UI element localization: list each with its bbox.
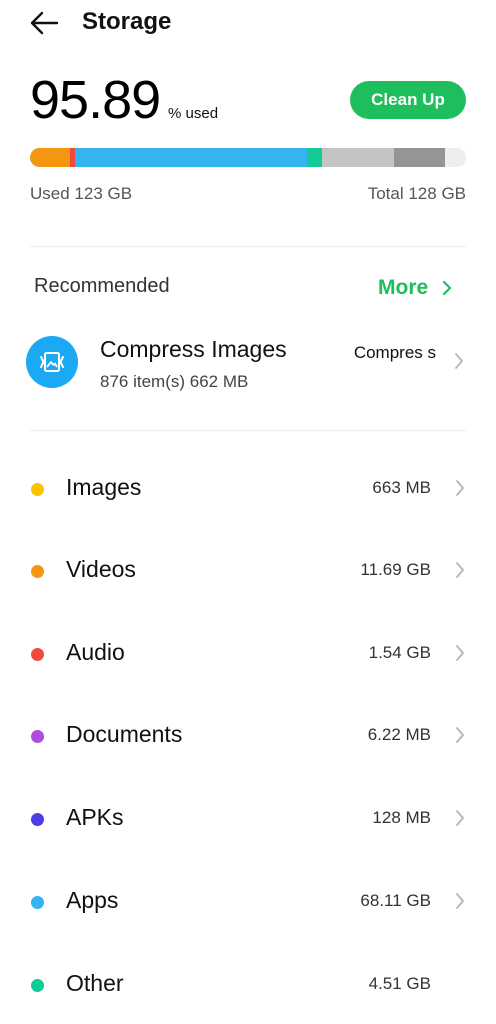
more-label: More (378, 276, 429, 299)
usage-segment-misc (394, 148, 446, 167)
recommendation-compress-images[interactable]: Compress Images 876 item(s) 662 MB Compr… (0, 326, 496, 406)
color-dot (31, 648, 44, 661)
color-dot (31, 483, 44, 496)
recommended-heading: Recommended (34, 275, 170, 297)
color-dot (31, 730, 44, 743)
usage-unit: % used (168, 105, 219, 122)
recommendation-title: Compress Images (100, 336, 287, 362)
used-storage-label: Used 123 GB (30, 184, 133, 203)
divider (30, 430, 466, 431)
image-compress-icon (26, 336, 78, 388)
total-storage-label: Total 128 GB (367, 184, 466, 203)
usage-percent: 95.89 (30, 70, 161, 130)
category-size: 4.51 GB (368, 974, 431, 993)
chevron-right-icon (455, 892, 465, 915)
usage-segment-apps (74, 148, 307, 167)
usage-segment-other (306, 148, 323, 167)
chevron-right-icon (454, 352, 464, 375)
category-size: 663 MB (372, 478, 431, 497)
back-button[interactable] (26, 6, 62, 40)
category-row-documents[interactable]: Documents 6.22 MB (0, 706, 496, 766)
chevron-right-icon (455, 479, 465, 502)
storage-usage-bar (30, 148, 466, 167)
category-size: 11.69 GB (360, 560, 431, 579)
category-row-audio[interactable]: Audio 1.54 GB (0, 624, 496, 684)
color-dot (31, 896, 44, 909)
category-row-other[interactable]: Other 4.51 GB (0, 955, 496, 1015)
category-row-apks[interactable]: APKs 128 MB (0, 789, 496, 849)
category-row-videos[interactable]: Videos 11.69 GB (0, 541, 496, 601)
category-size: 1.54 GB (368, 643, 431, 662)
chevron-right-icon (455, 561, 465, 584)
divider (30, 246, 466, 247)
category-name: Documents (66, 721, 183, 747)
category-size: 68.11 GB (360, 891, 431, 910)
category-name: Other (66, 970, 124, 996)
category-size: 128 MB (372, 808, 431, 827)
chevron-right-icon (455, 726, 465, 749)
category-name: Apps (66, 887, 119, 913)
more-link[interactable]: More (378, 273, 468, 303)
arrow-left-icon (30, 11, 59, 35)
category-name: Videos (66, 556, 136, 582)
color-dot (31, 979, 44, 992)
usage-segment-system (322, 148, 395, 167)
chevron-right-icon (455, 809, 465, 832)
page-title: Storage (82, 8, 172, 35)
color-dot (31, 565, 44, 578)
chevron-right-icon (455, 644, 465, 667)
category-row-apps[interactable]: Apps 68.11 GB (0, 872, 496, 932)
clean-up-button[interactable]: Clean Up (350, 81, 466, 119)
app-header: Storage (0, 0, 496, 46)
category-row-images[interactable]: Images 663 MB (0, 459, 496, 519)
color-dot (31, 813, 44, 826)
recommendation-detail: 876 item(s) 662 MB (100, 372, 249, 391)
category-name: APKs (66, 804, 124, 830)
compress-action-button[interactable]: Compres s (352, 342, 436, 363)
category-size: 6.22 MB (367, 725, 431, 744)
category-name: Audio (66, 639, 125, 665)
chevron-right-icon (442, 280, 452, 296)
category-name: Images (66, 474, 142, 500)
usage-segment-videos (30, 148, 70, 167)
